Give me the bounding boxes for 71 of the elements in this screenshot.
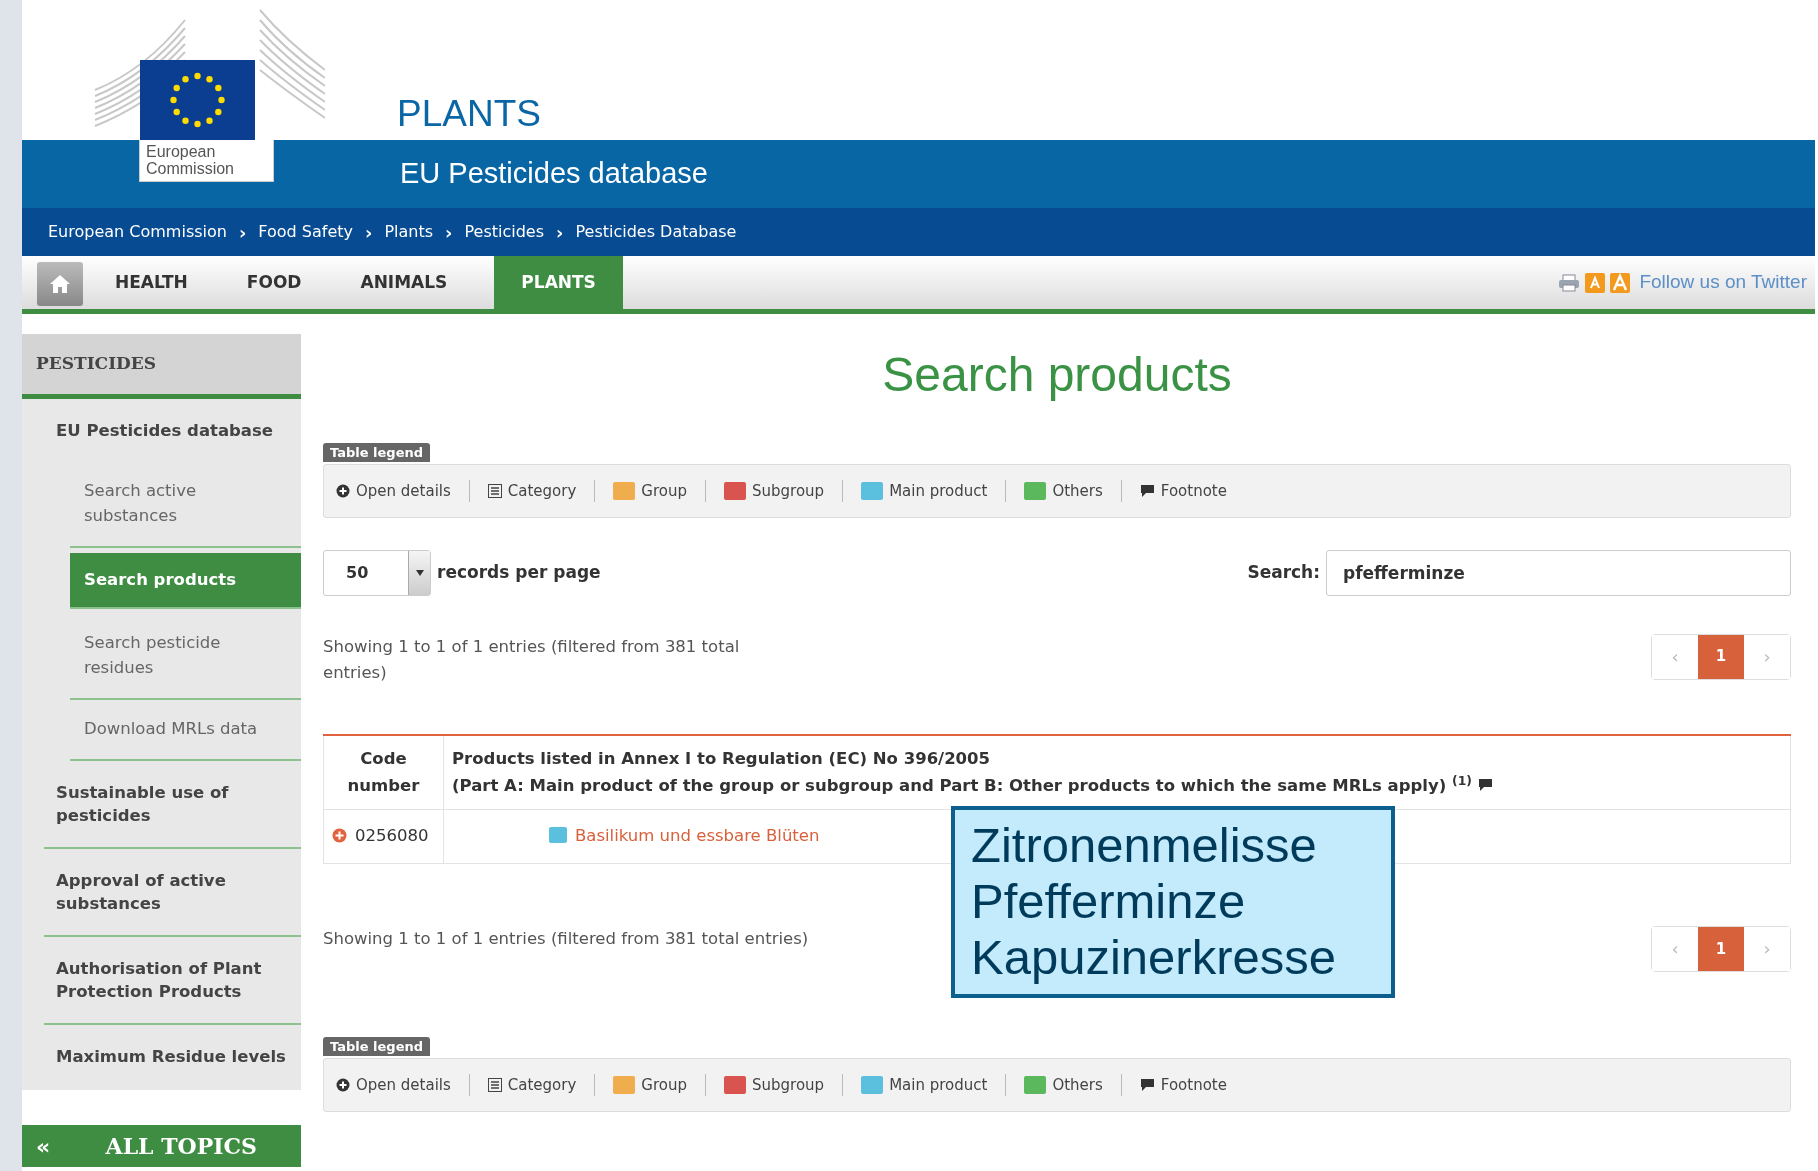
sidebar-item[interactable]: Sustainable use of pesticides [44, 760, 301, 849]
legend-label: Footnote [1160, 480, 1227, 502]
legend-label: Subgroup [752, 480, 825, 502]
legend-title: Table legend [323, 1036, 431, 1057]
legend-label: Others [1052, 480, 1103, 502]
print-icon [1558, 273, 1581, 292]
legend-label: Main product [889, 480, 988, 502]
callout-text: Zitronenmelisse [971, 818, 1318, 874]
sidebar-title: PESTICIDES [22, 334, 301, 399]
callout-text: Kapuzinerkresse [971, 929, 1337, 986]
legend-label: Others [1052, 1074, 1103, 1096]
breadcrumb-link[interactable]: Food Safety [258, 220, 353, 244]
font-size-icon [1610, 272, 1631, 293]
page-title: Search products [881, 347, 1233, 403]
site-title: PLANTS [397, 95, 541, 132]
caret-icon [414, 569, 425, 576]
plus-circle-icon [332, 828, 347, 844]
table-info: Showing 1 to 1 of 1 entries (filtered from 381 total entries) [323, 635, 741, 684]
code-number: 0256080 [355, 826, 429, 846]
breadcrumb-link[interactable]: Plants [384, 220, 434, 244]
search-label: Search: [1247, 560, 1320, 584]
nav-tab[interactable]: FOOD [219, 256, 329, 309]
records-per-page-label: records per page [437, 560, 601, 584]
legend-label: Footnote [1160, 1074, 1227, 1096]
breadcrumb-separator: › [445, 220, 453, 245]
plus-circle-icon [336, 483, 350, 498]
sidebar-subitem[interactable]: Search products [70, 552, 301, 610]
sidebar-subitem[interactable]: Download MRLs data [70, 699, 301, 761]
nav-tab[interactable]: ANIMALS [333, 256, 475, 309]
legend-label: Category [507, 480, 577, 502]
sidebar-item[interactable]: EU Pesticides database [44, 399, 301, 463]
legend-label: Group [641, 1074, 687, 1096]
plus-circle-icon [336, 1077, 350, 1092]
legend-title: Table legend [323, 442, 431, 463]
sidebar-subitem[interactable]: Search active substances [70, 462, 301, 548]
legend-label: Open details [356, 480, 451, 502]
breadcrumb-separator: › [238, 220, 247, 245]
sidebar-item[interactable]: Maximum Residue levels [44, 1025, 301, 1089]
breadcrumb-separator: › [556, 220, 564, 245]
page-button[interactable]: 1 [1698, 926, 1744, 971]
sidebar-item[interactable]: Authorisation of Plant Protection Products [44, 936, 301, 1026]
site-subtitle: EU Pesticides database [400, 156, 708, 192]
table-info: Showing 1 to 1 of 1 entries (filtered from 381 total entries) [323, 927, 809, 950]
legend-label: Category [507, 1074, 577, 1096]
logo-text: European Commission [139, 140, 274, 182]
breadcrumb-link[interactable]: Pesticides Database [575, 220, 737, 244]
search-field[interactable]: pfefferminze [1326, 549, 1791, 596]
legend-label: Subgroup [752, 1074, 825, 1096]
list-icon [487, 483, 502, 498]
comment-icon [1139, 483, 1155, 498]
font-size-icon [1585, 272, 1606, 293]
home-button[interactable] [37, 262, 83, 306]
breadcrumb-link[interactable]: European Commission [48, 220, 227, 244]
all-topics-button[interactable]: « ALL TOPICS [22, 1125, 301, 1168]
sidebar-subitem[interactable]: Search pesticide residues [70, 614, 301, 700]
nav-tab[interactable]: HEALTH [88, 256, 215, 309]
comment-icon [1139, 1077, 1155, 1092]
nav-tab[interactable]: PLANTS [494, 256, 623, 309]
page-button[interactable]: 1 [1698, 634, 1744, 679]
legend-label: Open details [356, 1074, 451, 1096]
breadcrumb-link[interactable]: Pesticides [464, 220, 545, 244]
sidebar-item[interactable]: Approval of active substances [44, 848, 301, 937]
scrollbar[interactable] [0, 0, 22, 1171]
callout-text: Pfefferminze [971, 873, 1247, 930]
records-per-page-select[interactable]: 50 [323, 549, 431, 596]
list-icon [487, 1077, 502, 1092]
legend-label: Group [641, 480, 687, 502]
legend-label: Main product [889, 1074, 988, 1096]
home-icon [49, 274, 71, 294]
product-link[interactable]: Basilikum und essbare Blüten [575, 826, 820, 846]
breadcrumb-separator: › [365, 220, 373, 245]
